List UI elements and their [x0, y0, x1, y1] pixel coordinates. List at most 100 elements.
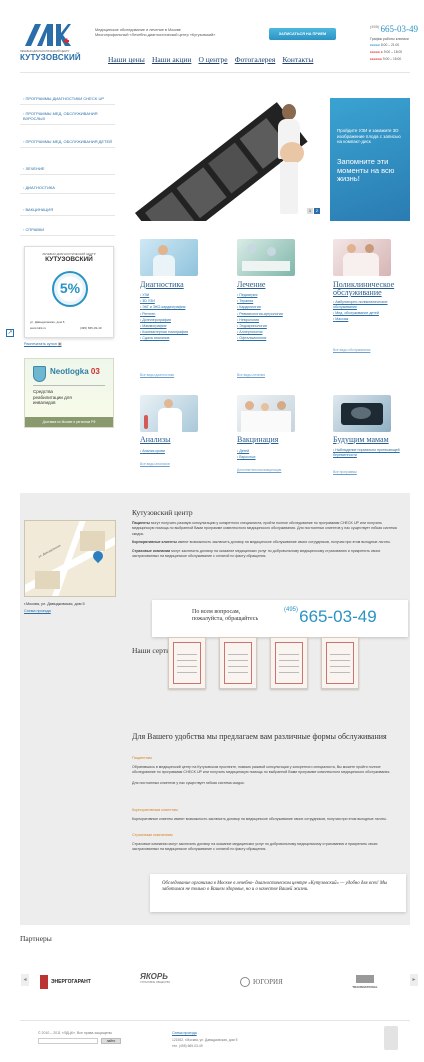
nav-promotions[interactable]: Наши акции: [152, 55, 191, 64]
forms-patients-title: Пациентам: [132, 756, 152, 760]
forms-corporate-text: Корпоративные клиенты имеют возможность …: [132, 817, 387, 821]
forms-insurance-title: Страховым компаниям: [132, 833, 173, 837]
sidebar-item-children[interactable]: ПРОГРАММЫ МЕД. ОБСЛУЖИВАНИЯ ДЕТЕЙ: [20, 136, 115, 148]
hours-list: ●●●●● 8:00 – 21:00 ●●●●● ● 9:00 – 18:00 …: [370, 42, 402, 63]
certificate-4[interactable]: [321, 637, 359, 689]
footer-divider: [20, 1020, 410, 1021]
list-item[interactable]: Офтальмология: [237, 335, 283, 341]
neotlogka-ad[interactable]: Neotlogka 03 Средства реабилитации для и…: [24, 358, 114, 428]
service-title-mothers[interactable]: Будущим мамам: [333, 436, 389, 444]
hours-row: ●●●●●● 9:00 – 15:00: [370, 57, 402, 61]
certificate-1[interactable]: [168, 637, 206, 689]
polyclinic-image[interactable]: [333, 239, 391, 276]
footer-search-button[interactable]: найти: [101, 1038, 121, 1044]
list-item[interactable]: Взрослых: [237, 454, 255, 460]
sidebar-item-diagnostics[interactable]: ДИАГНОСТИКА: [20, 182, 115, 194]
service-list-treatment: Педиатрия Терапия Кардиология Ревматолог…: [237, 292, 283, 342]
partner-yakor[interactable]: ЯКОРЬ СТРАХОВОЕ ОБЩЕСТВО: [140, 972, 210, 992]
diagnostics-image[interactable]: [140, 239, 198, 276]
share-icon[interactable]: ↗: [6, 329, 14, 337]
list-item[interactable]: Амбулаторно-поликлиническое обслуживание: [333, 300, 403, 310]
service-title-treatment[interactable]: Лечение: [237, 281, 265, 289]
service-all-polyclinic[interactable]: Все виды обслуживания: [333, 348, 370, 352]
service-all-analyses[interactable]: Все виды анализов: [140, 462, 170, 466]
service-list-diagnostics: УЗИ 3D УЗИ ЭКГ и ЭКО-кардиография Рентге…: [140, 292, 188, 342]
sidebar-item-adults[interactable]: ПРОГРАММЫ МЕД. ОБСЛУЖИВАНИЯ ВЗРОСЛЫХ: [20, 108, 115, 125]
vaccination-image[interactable]: [237, 395, 295, 432]
partners-heading: Партнеры: [20, 934, 52, 943]
service-title-polyclinic[interactable]: Поликлиническое обслуживание: [333, 281, 408, 297]
sidebar-item-certificates[interactable]: СПРАВКИ: [20, 224, 115, 236]
analyses-image[interactable]: [140, 395, 198, 432]
partners-prev-arrow[interactable]: ◂: [21, 974, 29, 986]
tagline-2: Многопрофильный «Лечебно-диагностический…: [95, 33, 216, 37]
scheme-link[interactable]: Схема проезда: [24, 609, 51, 613]
partners-next-arrow[interactable]: ▸: [410, 974, 418, 986]
forms-heading: Для Вашего удобства мы предлагаем вам ра…: [132, 732, 387, 741]
nav-contacts[interactable]: Контакты: [282, 55, 313, 64]
list-item[interactable]: Сдача анализов: [140, 335, 188, 341]
service-all-mothers[interactable]: Все программы: [333, 470, 357, 474]
ad-text: Средства реабилитации для инвалидов: [33, 389, 72, 405]
nav-about[interactable]: О центре: [199, 55, 228, 64]
banner-text-1: Пройдите УЗИ и закажите 3D изображение п…: [337, 128, 401, 144]
sidebar-item-checkup[interactable]: ПРОГРАММЫ ДИАГНОСТИКИ CHECK UP: [20, 93, 115, 105]
pregnant-woman-image: [270, 104, 308, 214]
coupon-percent: 5%: [59, 280, 81, 296]
header-phone: (495) 665-03-49: [370, 24, 418, 34]
location-map[interactable]: ул. Давыдковская: [24, 520, 116, 597]
partner-transnational[interactable]: TRANSNATIONAL: [330, 972, 400, 992]
forms-patients-text: Обратившись в медицинский центр на Кутуз…: [132, 765, 391, 785]
print-icon: ▣: [57, 342, 62, 346]
center-address: г.Москва, ул. Давыдковская, дом 5: [24, 602, 85, 606]
quote-text: Обследование организма в Москве в лечебн…: [162, 881, 388, 892]
quote-box: Обследование организма в Москве в лечебн…: [150, 874, 406, 912]
nav-gallery[interactable]: Фотогалерея: [235, 55, 276, 64]
service-list-polyclinic: Амбулаторно-поликлиническое обслуживание…: [333, 300, 403, 322]
print-coupon-link[interactable]: Распечатать купон ▣: [24, 341, 61, 346]
service-all-diagnostics[interactable]: Все виды диагностики: [140, 373, 174, 377]
para-corporate: Корпоративные клиенты имеют возможность …: [132, 540, 391, 545]
sidebar-item-vaccination[interactable]: ВАКЦИНАЦИЯ: [20, 204, 115, 216]
banner-text-2: Запомните эти моменты на всю жизнь!: [337, 157, 395, 183]
service-title-analyses[interactable]: Анализы: [140, 436, 171, 444]
header-tagline: Медицинское обследование и лечение в Мос…: [95, 28, 265, 38]
coupon-site: www.ldck.ru: [30, 326, 47, 330]
mothers-image[interactable]: [333, 395, 391, 432]
questions-text: По всем вопросам, пожалуйста, обращайтес…: [192, 609, 259, 622]
sidebar-item-treatment[interactable]: ЛЕЧЕНИЕ: [20, 163, 115, 175]
certificate-3[interactable]: [270, 637, 308, 689]
discount-coupon[interactable]: ЛЕЧЕБНО-ДИАГНОСТИЧЕСКИЙ ЦЕНТР КУТУЗОВСКИ…: [24, 246, 114, 338]
main-nav: Наши цены Наши акции О центре Фотогалере…: [108, 55, 319, 64]
questions-phone: (495) 665-03-49: [284, 607, 377, 626]
list-item[interactable]: ЭКГ и ЭКО-кардиография: [140, 304, 188, 310]
logo[interactable]: ЛЕЧЕБНО-ДИАГНОСТИЧЕСКИЙ ЦЕНТР КУТУЗОВСКИ…: [20, 22, 81, 66]
footer-search-input[interactable]: [38, 1038, 98, 1044]
signup-button[interactable]: ЗАПИСАТЬСЯ НА ПРИЕМ: [269, 28, 336, 40]
energogarant-logo-icon: [40, 975, 48, 989]
nav-prices[interactable]: Наши цены: [108, 55, 145, 64]
partner-yugoria[interactable]: ЮГОРИЯ: [240, 972, 310, 992]
partner-energogarant[interactable]: ЭНЕРГОГАРАНТ: [40, 972, 110, 992]
list-item[interactable]: Анализ крови: [140, 448, 165, 454]
list-item[interactable]: Наблюдение нормально протекающей беремен…: [333, 448, 405, 458]
banner-page-2[interactable]: 2: [314, 208, 320, 214]
service-title-diagnostics[interactable]: Диагностика: [140, 281, 184, 289]
certificate-2[interactable]: [219, 637, 257, 689]
list-item[interactable]: Массаж: [333, 316, 403, 322]
list-item[interactable]: Ревматология-артрология: [237, 311, 283, 317]
hours-title: График работы клиники: [370, 37, 409, 41]
service-all-treatment[interactable]: Все виды лечения: [237, 373, 265, 377]
map-street-label: ул. Давыдковская: [37, 543, 62, 559]
promo-banner[interactable]: Пройдите УЗИ и закажите 3D изображение п…: [130, 98, 410, 221]
questions-box: По всем вопросам, пожалуйста, обращайтес…: [152, 600, 408, 637]
treatment-image[interactable]: [237, 239, 295, 276]
hours-row: ●●●●● ● 9:00 – 18:00: [370, 50, 403, 54]
service-all-vaccination[interactable]: Дополнительная вакцинация: [237, 468, 281, 472]
forms-corporate-title: Корпоративным клиентам: [132, 808, 178, 812]
banner-page-1[interactable]: 1: [307, 208, 313, 214]
footer-scheme-link[interactable]: Схема проезда: [172, 1031, 197, 1035]
para-insurance: Страховые компании могут заключить догов…: [132, 548, 381, 559]
service-title-vaccination[interactable]: Вакцинация: [237, 436, 278, 444]
developer-logo[interactable]: [384, 1026, 398, 1050]
